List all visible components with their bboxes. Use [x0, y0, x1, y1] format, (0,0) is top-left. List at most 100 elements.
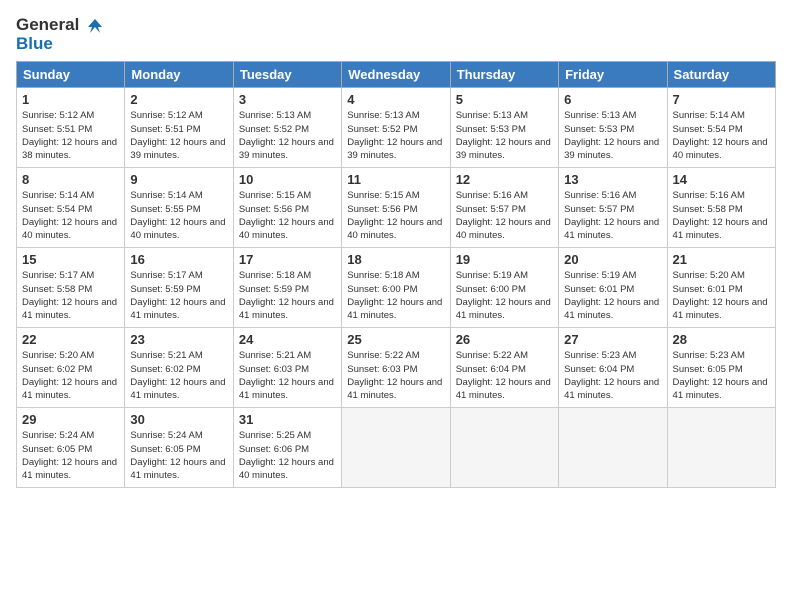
- day-info: Sunrise: 5:16 AMSunset: 5:58 PMDaylight:…: [673, 189, 770, 242]
- day-number: 27: [564, 332, 661, 347]
- calendar-table: SundayMondayTuesdayWednesdayThursdayFrid…: [16, 61, 776, 488]
- calendar-day-header: Sunday: [17, 62, 125, 88]
- calendar-cell: 1 Sunrise: 5:12 AMSunset: 5:51 PMDaylight…: [17, 88, 125, 168]
- day-info: Sunrise: 5:13 AMSunset: 5:53 PMDaylight:…: [564, 109, 661, 162]
- day-number: 24: [239, 332, 336, 347]
- calendar-cell: 7Sunrise: 5:14 AMSunset: 5:54 PMDaylight…: [667, 88, 775, 168]
- day-number: 3: [239, 92, 336, 107]
- day-info: Sunrise: 5:17 AMSunset: 5:58 PMDaylight:…: [22, 269, 119, 322]
- day-info: Sunrise: 5:19 AMSunset: 6:00 PMDaylight:…: [456, 269, 553, 322]
- day-info: Sunrise: 5:14 AMSunset: 5:54 PMDaylight:…: [22, 189, 119, 242]
- calendar-cell: 5 Sunrise: 5:13 AMSunset: 5:53 PMDaylight…: [450, 88, 558, 168]
- calendar-day-header: Saturday: [667, 62, 775, 88]
- day-number: 14: [673, 172, 770, 187]
- calendar-cell: 26 Sunrise: 5:22 AMSunset: 6:04 PMDayligh…: [450, 328, 558, 408]
- calendar-cell: 14 Sunrise: 5:16 AMSunset: 5:58 PMDayligh…: [667, 168, 775, 248]
- day-number: 2: [130, 92, 227, 107]
- day-info: Sunrise: 5:24 AMSunset: 6:05 PMDaylight:…: [22, 429, 119, 482]
- day-number: 5: [456, 92, 553, 107]
- calendar-cell: 4 Sunrise: 5:13 AMSunset: 5:52 PMDaylight…: [342, 88, 450, 168]
- day-number: 16: [130, 252, 227, 267]
- calendar-cell: 28Sunrise: 5:23 AMSunset: 6:05 PMDayligh…: [667, 328, 775, 408]
- day-info: Sunrise: 5:12 AMSunset: 5:51 PMDaylight:…: [130, 109, 227, 162]
- calendar-cell: 30 Sunrise: 5:24 AMSunset: 6:05 PMDayligh…: [125, 408, 233, 488]
- calendar-cell: [342, 408, 450, 488]
- calendar-cell: 10Sunrise: 5:15 AMSunset: 5:56 PMDayligh…: [233, 168, 341, 248]
- calendar-cell: [450, 408, 558, 488]
- day-info: Sunrise: 5:13 AMSunset: 5:53 PMDaylight:…: [456, 109, 553, 162]
- day-number: 31: [239, 412, 336, 427]
- calendar-cell: 20 Sunrise: 5:19 AMSunset: 6:01 PMDayligh…: [559, 248, 667, 328]
- day-info: Sunrise: 5:22 AMSunset: 6:04 PMDaylight:…: [456, 349, 553, 402]
- calendar-day-header: Monday: [125, 62, 233, 88]
- calendar-week-row: 1 Sunrise: 5:12 AMSunset: 5:51 PMDaylight…: [17, 88, 776, 168]
- day-number: 17: [239, 252, 336, 267]
- day-info: Sunrise: 5:20 AMSunset: 6:01 PMDaylight:…: [673, 269, 770, 322]
- calendar-cell: 21 Sunrise: 5:20 AMSunset: 6:01 PMDayligh…: [667, 248, 775, 328]
- day-number: 8: [22, 172, 119, 187]
- day-info: Sunrise: 5:25 AMSunset: 6:06 PMDaylight:…: [239, 429, 336, 482]
- page-container: General Blue SundayMondayTuesdayWednesda…: [0, 0, 792, 496]
- calendar-cell: 9 Sunrise: 5:14 AMSunset: 5:55 PMDaylight…: [125, 168, 233, 248]
- calendar-day-header: Friday: [559, 62, 667, 88]
- day-info: Sunrise: 5:20 AMSunset: 6:02 PMDaylight:…: [22, 349, 119, 402]
- calendar-cell: 11 Sunrise: 5:15 AMSunset: 5:56 PMDayligh…: [342, 168, 450, 248]
- day-number: 25: [347, 332, 444, 347]
- day-number: 4: [347, 92, 444, 107]
- calendar-cell: 3 Sunrise: 5:13 AMSunset: 5:52 PMDaylight…: [233, 88, 341, 168]
- day-info: Sunrise: 5:23 AMSunset: 6:05 PMDaylight:…: [673, 349, 770, 402]
- day-number: 12: [456, 172, 553, 187]
- day-number: 22: [22, 332, 119, 347]
- calendar-cell: 23 Sunrise: 5:21 AMSunset: 6:02 PMDayligh…: [125, 328, 233, 408]
- day-number: 1: [22, 92, 119, 107]
- day-number: 19: [456, 252, 553, 267]
- day-info: Sunrise: 5:16 AMSunset: 5:57 PMDaylight:…: [456, 189, 553, 242]
- day-info: Sunrise: 5:13 AMSunset: 5:52 PMDaylight:…: [347, 109, 444, 162]
- day-number: 15: [22, 252, 119, 267]
- day-number: 29: [22, 412, 119, 427]
- day-number: 21: [673, 252, 770, 267]
- calendar-cell: 24Sunrise: 5:21 AMSunset: 6:03 PMDayligh…: [233, 328, 341, 408]
- calendar-week-row: 8 Sunrise: 5:14 AMSunset: 5:54 PMDaylight…: [17, 168, 776, 248]
- logo: General Blue: [16, 16, 104, 53]
- day-info: Sunrise: 5:19 AMSunset: 6:01 PMDaylight:…: [564, 269, 661, 322]
- calendar-cell: 22 Sunrise: 5:20 AMSunset: 6:02 PMDayligh…: [17, 328, 125, 408]
- calendar-cell: 31 Sunrise: 5:25 AMSunset: 6:06 PMDayligh…: [233, 408, 341, 488]
- day-info: Sunrise: 5:12 AMSunset: 5:51 PMDaylight:…: [22, 109, 119, 162]
- calendar-cell: 2 Sunrise: 5:12 AMSunset: 5:51 PMDaylight…: [125, 88, 233, 168]
- day-number: 23: [130, 332, 227, 347]
- calendar-cell: [667, 408, 775, 488]
- calendar-cell: 6 Sunrise: 5:13 AMSunset: 5:53 PMDaylight…: [559, 88, 667, 168]
- calendar-cell: 29 Sunrise: 5:24 AMSunset: 6:05 PMDayligh…: [17, 408, 125, 488]
- calendar-week-row: 15 Sunrise: 5:17 AMSunset: 5:58 PMDayligh…: [17, 248, 776, 328]
- day-number: 7: [673, 92, 770, 107]
- calendar-cell: 8 Sunrise: 5:14 AMSunset: 5:54 PMDaylight…: [17, 168, 125, 248]
- day-info: Sunrise: 5:13 AMSunset: 5:52 PMDaylight:…: [239, 109, 336, 162]
- page-header: General Blue: [16, 16, 776, 53]
- day-info: Sunrise: 5:15 AMSunset: 5:56 PMDaylight:…: [239, 189, 336, 242]
- day-number: 26: [456, 332, 553, 347]
- calendar-cell: 13Sunrise: 5:16 AMSunset: 5:57 PMDayligh…: [559, 168, 667, 248]
- calendar-cell: 18Sunrise: 5:18 AMSunset: 6:00 PMDayligh…: [342, 248, 450, 328]
- calendar-cell: [559, 408, 667, 488]
- day-number: 20: [564, 252, 661, 267]
- day-number: 11: [347, 172, 444, 187]
- calendar-day-header: Wednesday: [342, 62, 450, 88]
- calendar-cell: 16Sunrise: 5:17 AMSunset: 5:59 PMDayligh…: [125, 248, 233, 328]
- day-info: Sunrise: 5:22 AMSunset: 6:03 PMDaylight:…: [347, 349, 444, 402]
- calendar-day-header: Thursday: [450, 62, 558, 88]
- day-info: Sunrise: 5:24 AMSunset: 6:05 PMDaylight:…: [130, 429, 227, 482]
- day-info: Sunrise: 5:15 AMSunset: 5:56 PMDaylight:…: [347, 189, 444, 242]
- calendar-cell: 17 Sunrise: 5:18 AMSunset: 5:59 PMDayligh…: [233, 248, 341, 328]
- day-info: Sunrise: 5:14 AMSunset: 5:55 PMDaylight:…: [130, 189, 227, 242]
- day-number: 6: [564, 92, 661, 107]
- day-info: Sunrise: 5:18 AMSunset: 5:59 PMDaylight:…: [239, 269, 336, 322]
- calendar-cell: 19 Sunrise: 5:19 AMSunset: 6:00 PMDayligh…: [450, 248, 558, 328]
- calendar-cell: 27Sunrise: 5:23 AMSunset: 6:04 PMDayligh…: [559, 328, 667, 408]
- day-number: 9: [130, 172, 227, 187]
- calendar-cell: 25 Sunrise: 5:22 AMSunset: 6:03 PMDayligh…: [342, 328, 450, 408]
- day-info: Sunrise: 5:21 AMSunset: 6:02 PMDaylight:…: [130, 349, 227, 402]
- calendar-cell: 15 Sunrise: 5:17 AMSunset: 5:58 PMDayligh…: [17, 248, 125, 328]
- calendar-week-row: 29 Sunrise: 5:24 AMSunset: 6:05 PMDayligh…: [17, 408, 776, 488]
- day-number: 30: [130, 412, 227, 427]
